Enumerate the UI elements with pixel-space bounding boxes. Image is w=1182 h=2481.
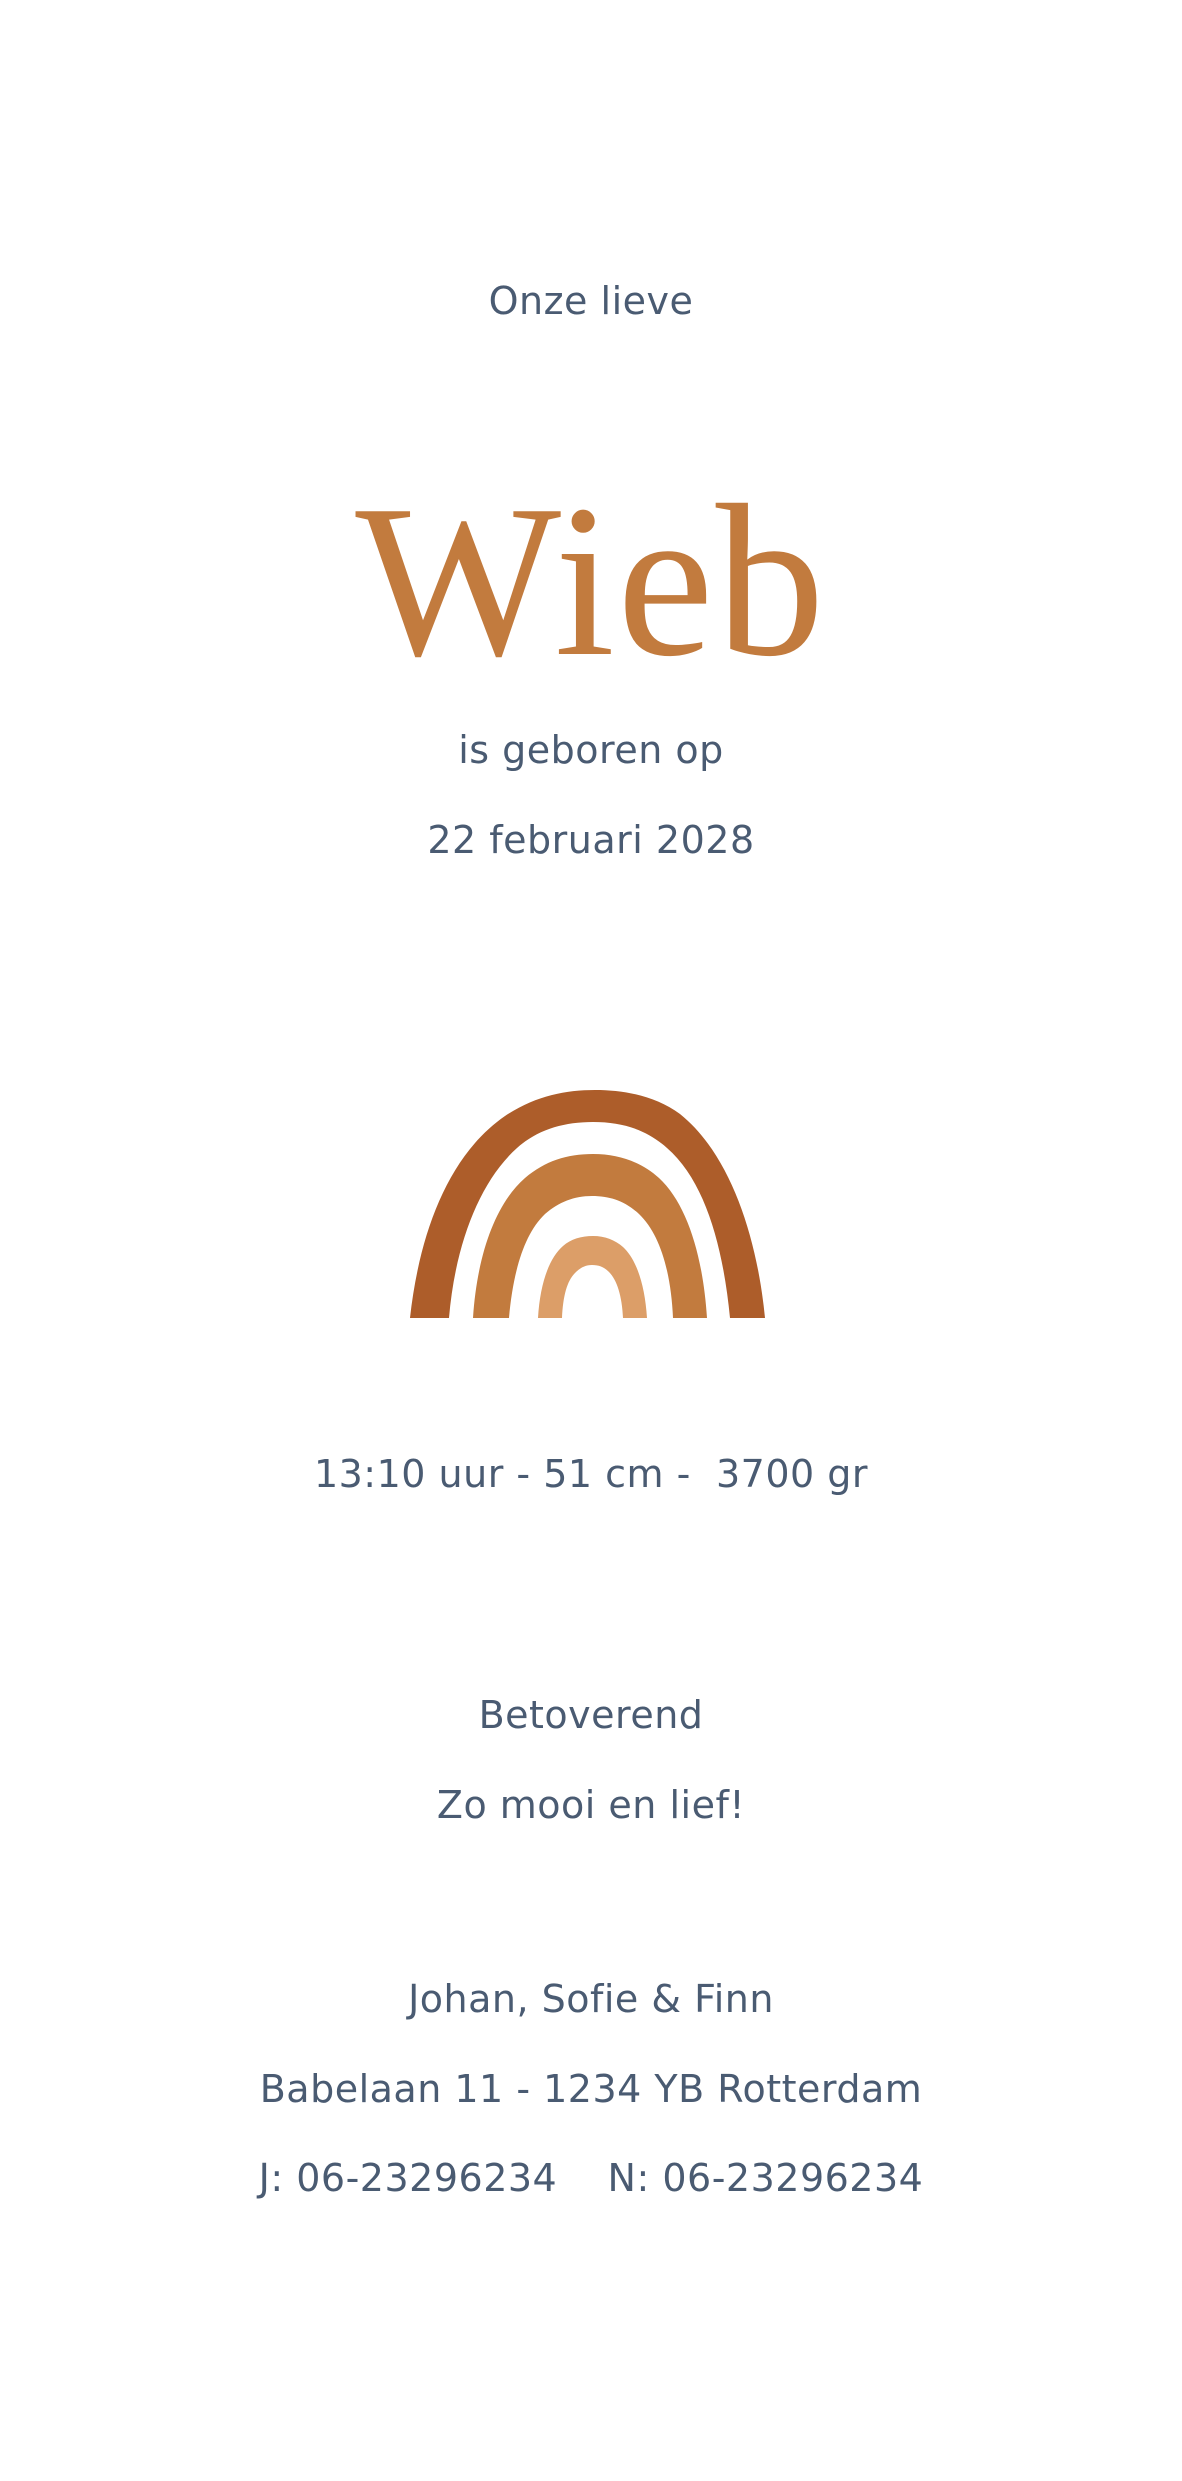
parents-names: Johan, Sofie & Finn — [408, 1977, 774, 2021]
message-text: Zo mooi en lief! — [436, 1783, 746, 1827]
rainbow-middle-arc — [473, 1154, 707, 1318]
birth-date: 22 februari 2028 — [427, 818, 755, 862]
rainbow-inner-arc — [538, 1236, 647, 1318]
baby-name: Wieb — [355, 461, 827, 702]
address-text: Babelaan 11 - 1234 YB Rotterdam — [259, 2067, 923, 2111]
rainbow-icon — [410, 1090, 765, 1318]
meaning-word: Betoverend — [478, 1693, 704, 1737]
birth-stats: 13:10 uur - 51 cm - 3700 gr — [313, 1452, 869, 1496]
intro-text: Onze lieve — [488, 279, 694, 323]
rainbow-outer-arc — [410, 1090, 765, 1318]
phone-numbers: J: 06-23296234 N: 06-23296234 — [258, 2156, 924, 2200]
born-text: is geboren op — [458, 728, 724, 772]
